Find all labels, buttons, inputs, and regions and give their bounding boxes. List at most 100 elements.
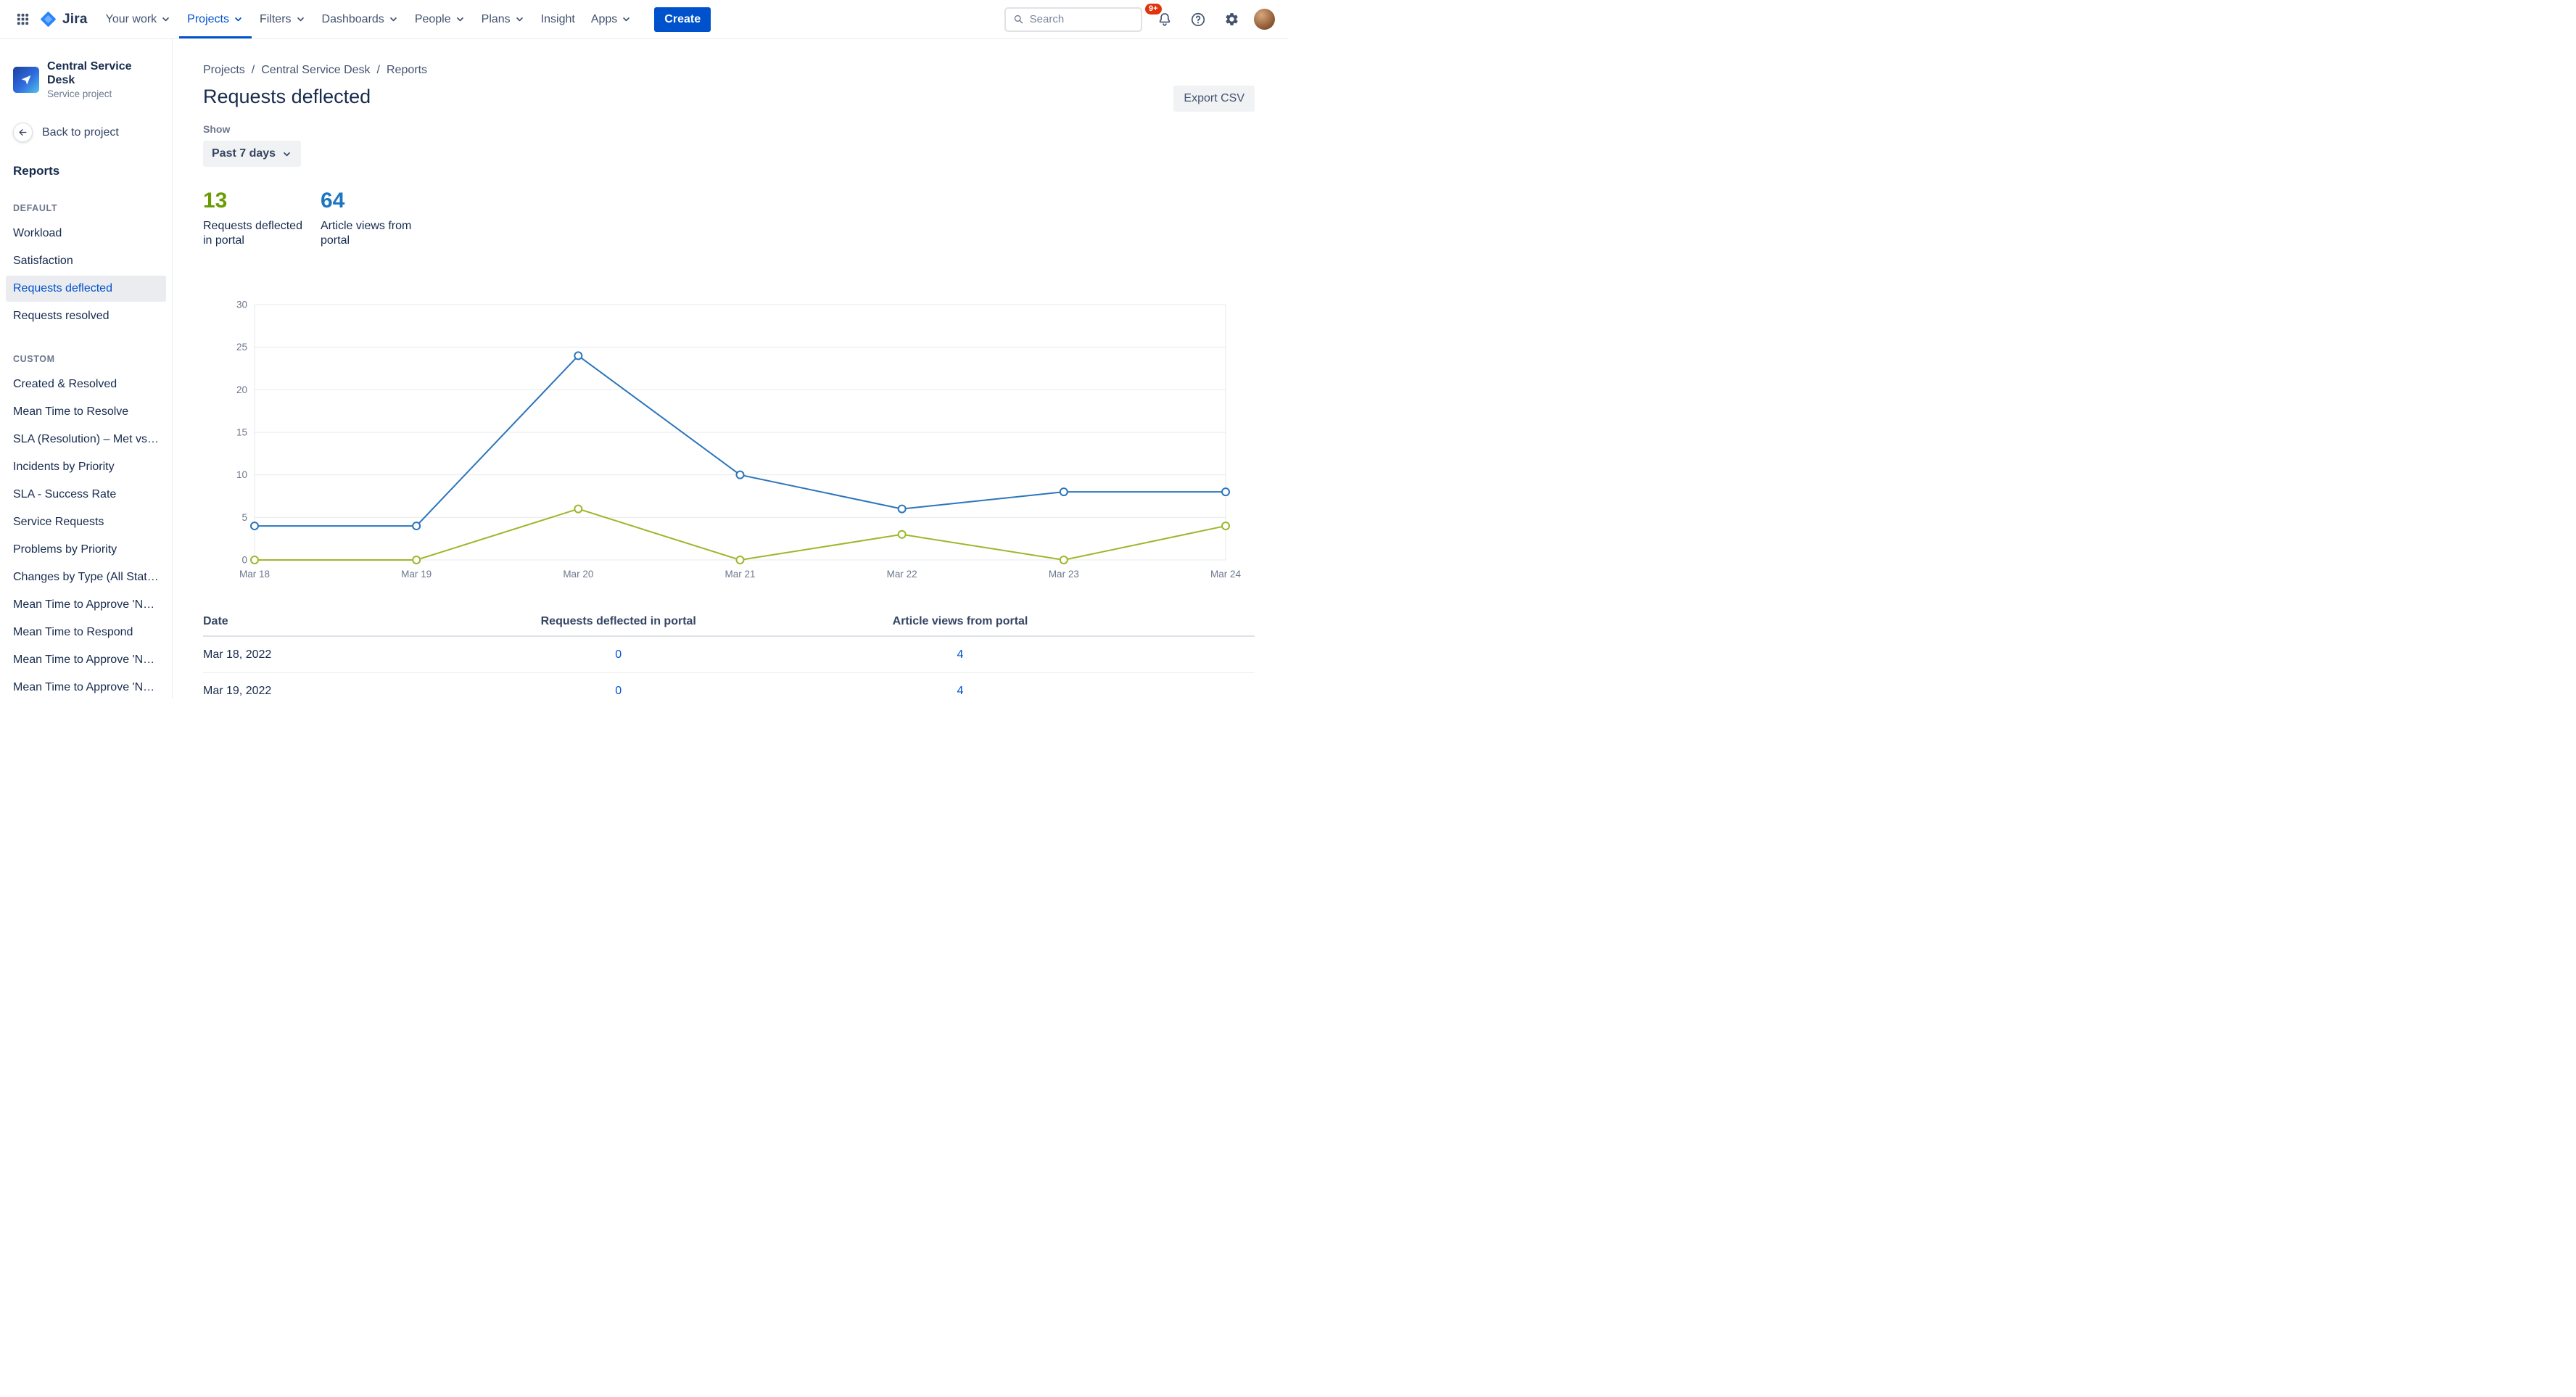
project-header: Central Service Desk Service project — [6, 59, 166, 99]
search-input[interactable] — [1029, 13, 1134, 25]
sidebar-item-created-resolved[interactable]: Created & Resolved — [6, 371, 166, 397]
sidebar-item-sla-resolution[interactable]: SLA (Resolution) – Met vs Bre... — [6, 426, 166, 453]
sidebar-item-mean-time-approve-3[interactable]: Mean Time to Approve 'Norm... — [6, 675, 166, 698]
column-header-deflected: Requests deflected in portal — [540, 615, 696, 627]
group-title-custom: CUSTOM — [13, 354, 55, 365]
column-header-date: Date — [203, 615, 228, 627]
jira-logo-text: Jira — [62, 11, 88, 27]
app-switcher-icon[interactable] — [10, 7, 35, 32]
notifications-button[interactable]: 9+ — [1145, 3, 1176, 30]
cell-views-link[interactable]: 4 — [957, 648, 964, 661]
back-to-project-label: Back to project — [42, 125, 119, 139]
svg-text:Mar 20: Mar 20 — [563, 569, 593, 580]
cell-deflected-link[interactable]: 0 — [615, 685, 622, 697]
stat-requests-deflected: 13 Requests deflected in portal — [203, 189, 312, 248]
period-dropdown[interactable]: Past 7 days — [203, 141, 302, 167]
nav-item-label: Projects — [187, 12, 229, 25]
stat-article-views: 64 Article views from portal — [321, 189, 429, 248]
sidebar-item-sla-success-rate[interactable]: SLA - Success Rate — [6, 482, 166, 508]
column-header-views: Article views from portal — [892, 615, 1028, 627]
notification-badge: 9+ — [1145, 3, 1162, 15]
nav-item-apps[interactable]: Apps — [583, 0, 640, 38]
svg-text:15: 15 — [236, 427, 247, 438]
svg-text:0: 0 — [242, 555, 247, 566]
sidebar-item-mean-time-to-resolve[interactable]: Mean Time to Resolve — [6, 399, 166, 425]
help-button[interactable] — [1187, 9, 1209, 30]
breadcrumb-separator: / — [251, 64, 255, 76]
jira-logo-icon — [39, 10, 57, 28]
top-nav: Jira Your work Projects Filters Dashboar… — [0, 0, 1288, 39]
settings-button[interactable] — [1221, 9, 1242, 30]
table-row: Mar 18, 2022 0 4 — [203, 637, 1255, 673]
reports-heading: Reports — [13, 164, 60, 178]
requests-deflected-chart: 0 5 10 15 20 25 30 Mar 18 Mar 19 Mar 20 Mar 21 Mar … — [236, 300, 1242, 580]
chevron-down-icon — [514, 14, 525, 25]
project-avatar-icon — [13, 66, 39, 93]
nav-item-your-work[interactable]: Your work — [98, 0, 180, 38]
export-csv-button[interactable]: Export CSV — [1173, 86, 1255, 112]
nav-item-projects[interactable]: Projects — [179, 0, 252, 38]
nav-item-label: People — [414, 12, 451, 25]
nav-item-plans[interactable]: Plans — [474, 0, 533, 38]
cell-views-link[interactable]: 4 — [957, 685, 964, 697]
user-avatar[interactable] — [1254, 9, 1275, 30]
back-arrow-icon — [13, 123, 33, 143]
chevron-down-icon — [455, 14, 466, 25]
breadcrumb-separator: / — [376, 64, 380, 76]
sidebar-item-satisfaction[interactable]: Satisfaction — [6, 248, 166, 274]
help-icon — [1190, 12, 1206, 28]
stat-value: 13 — [203, 189, 228, 213]
breadcrumb-projects[interactable]: Projects — [203, 64, 245, 77]
breadcrumb-reports[interactable]: Reports — [387, 64, 427, 77]
chevron-down-icon — [160, 14, 171, 25]
sidebar-item-changes-by-type[interactable]: Changes by Type (All Statuses) — [6, 564, 166, 590]
nav-item-label: Dashboards — [321, 12, 384, 25]
nav-item-label: Apps — [590, 12, 618, 25]
search-icon — [1013, 13, 1024, 25]
sidebar-item-mean-time-approve-1[interactable]: Mean Time to Approve 'Norm... — [6, 592, 166, 618]
svg-text:5: 5 — [242, 512, 247, 523]
svg-text:25: 25 — [236, 342, 247, 353]
show-label: Show — [203, 123, 231, 135]
sidebar: Central Service Desk Service project Bac… — [0, 39, 173, 698]
nav-item-people[interactable]: People — [407, 0, 474, 38]
gear-icon — [1224, 12, 1239, 27]
table-row: Mar 19, 2022 0 4 — [203, 673, 1255, 698]
main-content: Projects / Central Service Desk / Report… — [173, 39, 1288, 698]
chevron-down-icon — [621, 14, 632, 25]
search-box[interactable] — [1004, 7, 1142, 32]
sidebar-item-mean-time-to-respond[interactable]: Mean Time to Respond — [6, 619, 166, 646]
sidebar-item-mean-time-approve-2[interactable]: Mean Time to Approve 'Norm... — [6, 647, 166, 673]
stat-label: Article views from portal — [321, 220, 412, 247]
chevron-down-icon — [388, 14, 399, 25]
svg-text:Mar 23: Mar 23 — [1049, 569, 1079, 580]
jira-logo[interactable]: Jira — [39, 10, 88, 28]
stat-label: Requests deflected in portal — [203, 220, 302, 247]
create-button[interactable]: Create — [654, 7, 711, 32]
data-table: Date Requests deflected in portal Articl… — [203, 609, 1255, 698]
back-to-project[interactable]: Back to project — [6, 123, 166, 143]
table-header-row: Date Requests deflected in portal Articl… — [203, 609, 1255, 637]
project-type: Service project — [47, 88, 112, 100]
sidebar-item-incidents-by-priority[interactable]: Incidents by Priority — [6, 454, 166, 480]
nav-item-insight[interactable]: Insight — [533, 0, 583, 38]
period-value: Past 7 days — [212, 147, 276, 160]
svg-text:30: 30 — [236, 300, 247, 310]
nav-item-label: Your work — [105, 12, 157, 25]
sidebar-item-requests-resolved[interactable]: Requests resolved — [6, 303, 166, 329]
sidebar-item-workload[interactable]: Workload — [6, 221, 166, 247]
cell-deflected-link[interactable]: 0 — [615, 648, 622, 661]
sidebar-item-service-requests[interactable]: Service Requests — [6, 509, 166, 535]
nav-item-label: Insight — [540, 12, 575, 25]
chevron-down-icon — [295, 14, 306, 25]
stat-value: 64 — [321, 189, 345, 213]
project-name: Central Service Desk — [47, 60, 132, 87]
nav-item-filters[interactable]: Filters — [252, 0, 314, 38]
chevron-down-icon — [281, 149, 292, 160]
sidebar-item-problems-by-priority[interactable]: Problems by Priority — [6, 537, 166, 563]
group-title-default: DEFAULT — [13, 203, 58, 214]
sidebar-item-requests-deflected[interactable]: Requests deflected — [6, 276, 166, 302]
nav-item-label: Filters — [259, 12, 292, 25]
breadcrumb-project[interactable]: Central Service Desk — [261, 64, 370, 77]
nav-item-dashboards[interactable]: Dashboards — [314, 0, 407, 38]
